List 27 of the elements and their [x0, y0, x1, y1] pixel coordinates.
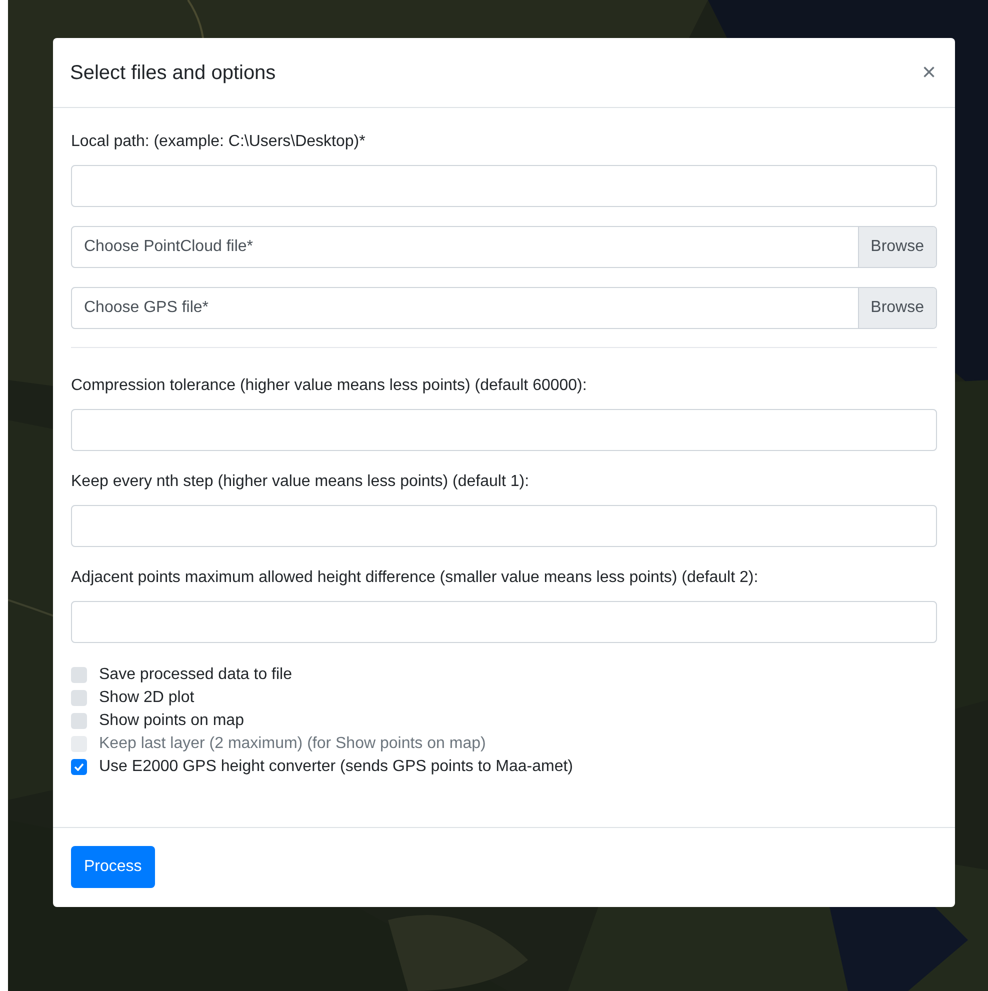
- field-label: Keep every nth step (higher value means less points) (default 1):: [71, 472, 530, 492]
- input-field[interactable]: [71, 505, 937, 547]
- checkbox-label: Show 2D plot: [99, 688, 194, 708]
- browse-button[interactable]: Browse: [858, 288, 936, 328]
- file-name-field[interactable]: Choose GPS file*: [72, 288, 858, 328]
- input-field[interactable]: [71, 165, 937, 207]
- checkmark-icon: [74, 763, 84, 771]
- checkbox-label: Show points on map: [99, 711, 244, 731]
- file-name-field[interactable]: Choose PointCloud file*: [72, 227, 858, 267]
- file-input[interactable]: Choose PointCloud file* Browse: [71, 226, 937, 268]
- checkbox-label: Keep last layer (2 maximum) (for Show points on map): [99, 734, 486, 754]
- checkbox-label: Use E2000 GPS height converter (sends GPS points to Maa-amet): [99, 757, 574, 777]
- file-input[interactable]: Choose GPS file* Browse: [71, 287, 937, 329]
- checkbox-label: Save processed data to file: [99, 665, 292, 685]
- checkbox[interactable]: [71, 713, 87, 729]
- process-button[interactable]: Process: [71, 846, 155, 888]
- input-field[interactable]: [71, 409, 937, 451]
- modal-title: Select files and options: [70, 60, 276, 86]
- browse-button[interactable]: Browse: [858, 227, 936, 267]
- input-field[interactable]: [71, 601, 937, 643]
- checkbox[interactable]: [71, 690, 87, 706]
- field-label: Adjacent points maximum allowed height difference (smaller value means less points) (default 2):: [71, 568, 760, 588]
- field-label: Compression tolerance (higher value means less points) (default 60000):: [71, 376, 588, 396]
- close-button[interactable]: ×: [922, 60, 936, 84]
- checkbox[interactable]: [71, 667, 87, 683]
- field-label: Local path: (example: C:\Users\Desktop)*: [71, 132, 366, 152]
- checkbox[interactable]: [71, 759, 87, 775]
